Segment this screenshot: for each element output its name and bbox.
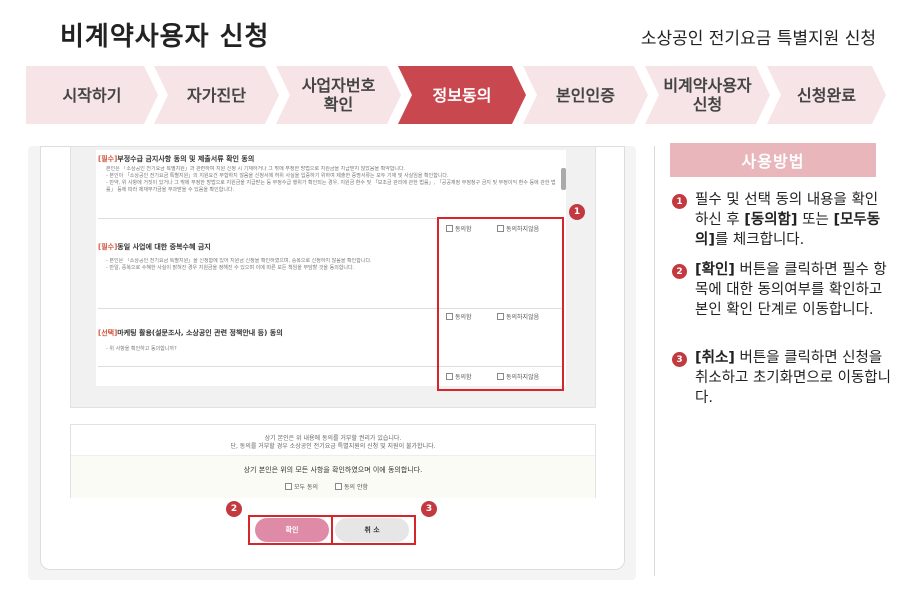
section-title-text: 동일 사업에 대한 중복수혜 금지 <box>117 243 211 251</box>
howto-heading: 사용방법 <box>670 143 876 177</box>
guide-step-3: [취소] 버튼을 클릭하면 신청을 취소하고 초기화면으로 이동합니다. <box>695 348 895 408</box>
step-non-contract-application: 비계약사용자 신청 <box>645 66 770 124</box>
checkbox-icon <box>285 483 292 490</box>
optional-tag: [선택] <box>98 329 118 337</box>
step-identity-verification: 본인인증 <box>523 66 648 124</box>
all-disagree-checkbox[interactable]: 동의 안함 <box>335 482 368 491</box>
callout-badge-2: 2 <box>226 501 242 517</box>
callout-badge-1: 1 <box>569 204 585 220</box>
section-title-text: 부정수급 금지사항 동의 및 제출서류 확인 동의 <box>117 155 255 163</box>
scrollbar-thumb[interactable] <box>561 168 566 190</box>
page-subtitle: 소상공인 전기요금 특별지원 신청 <box>640 29 876 49</box>
step-self-diagnosis: 자가진단 <box>154 66 279 124</box>
required-tag: [필수] <box>98 155 118 163</box>
guide-number-2: 2 <box>672 264 687 279</box>
guide-text: 또는 <box>797 212 834 228</box>
guide-emphasis: [취소] <box>695 350 735 366</box>
all-agree-checkbox[interactable]: 모두 동의 <box>285 482 318 491</box>
guide-number-1: 1 <box>672 194 687 209</box>
guide-step-1: 필수 및 선택 동의 내용을 확인 하신 후 [동의함] 또는 [모두동의]를 … <box>695 190 895 250</box>
checkbox-label: 모두 동의 <box>294 484 318 491</box>
step-label: 신청완료 <box>797 85 856 105</box>
section-title-fraud: [필수]부정수급 금지사항 동의 및 제출서류 확인 동의 <box>98 154 254 164</box>
step-label: 사업자번호 확인 <box>301 76 376 114</box>
checkbox-icon <box>335 483 342 490</box>
step-label: 시작하기 <box>62 85 122 105</box>
section-title-duplicate: [필수]동일 사업에 대한 중복수혜 금지 <box>98 242 211 252</box>
notice-text-2: 단, 동의를 거부할 경우 소상공인 전기요금 특별지원의 신청 및 지원이 불… <box>230 443 436 450</box>
section-body-fraud: 본인은 「소상공인 전기요금 특별지원」과 관련하여 지원 신청 시 기재하거나… <box>106 166 556 193</box>
step-business-number: 사업자번호 확인 <box>276 66 401 124</box>
highlight-cancel <box>331 515 416 545</box>
section-title-marketing: [선택]마케팅 활용(설문조사, 소상공인 관련 정책안내 등) 동의 <box>98 328 283 338</box>
guide-number-3: 3 <box>672 352 687 367</box>
highlight-confirm <box>248 515 333 545</box>
confirm-statement: 상기 본인은 위의 모든 사항을 확인하였으며 이에 동의합니다. <box>243 466 423 474</box>
consent-notice: 상기 본인은 위 내용에 동의를 거부할 권리가 있습니다. 단, 동의를 거부… <box>70 424 596 498</box>
step-start: 시작하기 <box>26 66 158 124</box>
guide-step-2: [확인] 버튼을 클릭하면 필수 항목에 대한 동의여부를 확인하고 본인 확인… <box>695 260 895 320</box>
checkbox-label: 동의 안함 <box>344 484 368 491</box>
section-title-text: 마케팅 활용(설문조사, 소상공인 관련 정책안내 등) 동의 <box>117 329 283 337</box>
step-label: 비계약사용자 신청 <box>663 76 752 114</box>
vertical-divider <box>654 146 655 576</box>
page-title: 비계약사용자 신청 <box>60 22 270 52</box>
required-tag: [필수] <box>98 243 118 251</box>
step-complete: 신청완료 <box>767 66 886 124</box>
guide-emphasis: [동의함] <box>744 212 798 228</box>
highlight-checkboxes <box>437 217 564 391</box>
step-progress-bar: 시작하기 자가진단 사업자번호 확인 정보동의 본인인증 비계약사용자 신청 신… <box>26 66 886 124</box>
step-label: 자가진단 <box>187 85 246 105</box>
step-info-consent: 정보동의 <box>398 66 526 124</box>
step-label: 정보동의 <box>432 85 492 105</box>
guide-emphasis: [확인] <box>695 262 735 278</box>
guide-text: 를 체크합니다. <box>714 232 805 248</box>
step-label: 본인인증 <box>556 85 615 105</box>
callout-badge-3: 3 <box>421 501 437 517</box>
confirm-band: 상기 본인은 위의 모든 사항을 확인하였으며 이에 동의합니다. 모두 동의 … <box>71 455 595 498</box>
